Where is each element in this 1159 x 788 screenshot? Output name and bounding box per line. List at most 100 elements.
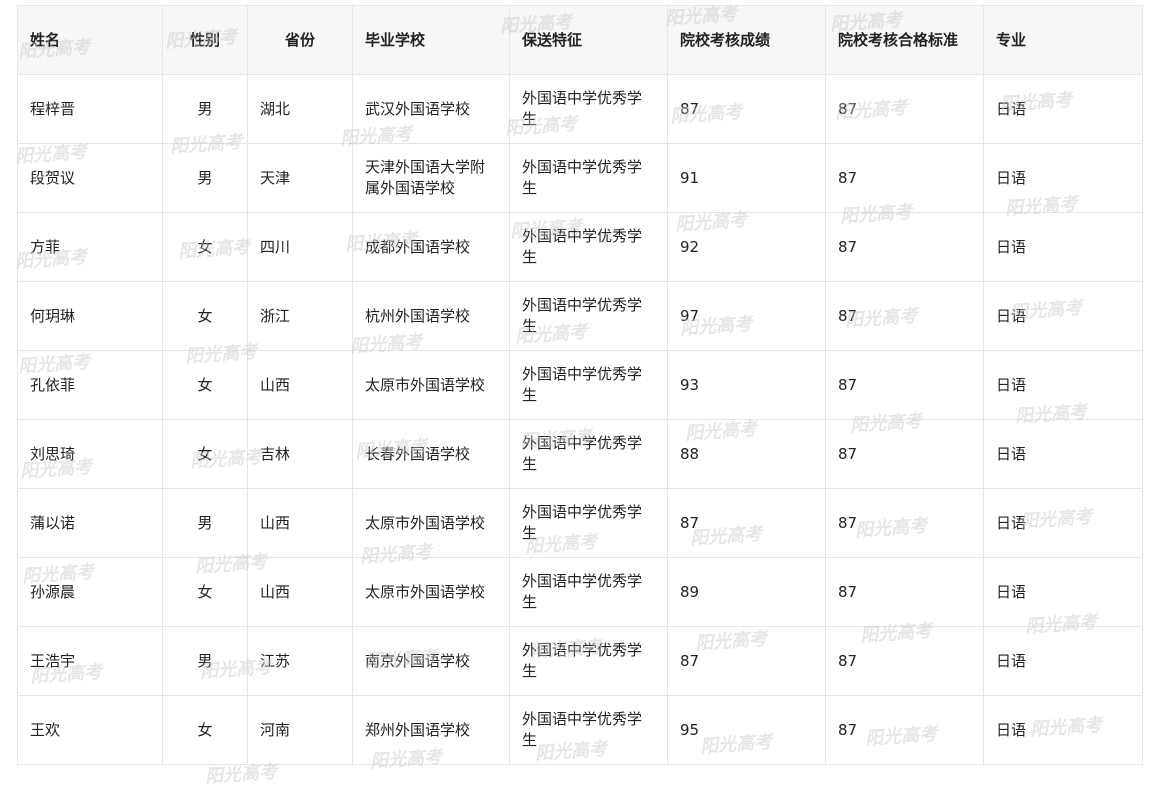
table-row: 孙源晨女山西 太原市外国语学校 外国语中学优秀学生 89 87 日语: [17, 557, 1143, 627]
cell-recommendation-type: 外国语中学优秀学生: [509, 212, 668, 282]
cell-gender: 女: [162, 695, 248, 765]
cell-province: 河南: [247, 695, 353, 765]
cell-gender: 女: [162, 419, 248, 489]
cell-name: 何玥琳: [17, 281, 163, 351]
table-row: 孔依菲女山西 太原市外国语学校 外国语中学优秀学生 93 87 日语: [17, 350, 1143, 420]
cell-major: 日语: [983, 626, 1143, 696]
cell-gender: 男: [162, 488, 248, 558]
cell-assessment-score: 89: [667, 557, 826, 627]
table-body: 程梓晋男湖北 武汉外国语学校 外国语中学优秀学生 87 87 日语 段贺议男天津 天津外国语大…: [17, 74, 1143, 765]
cell-school: 太原市外国语学校: [352, 557, 510, 627]
cell-passing-standard: 87: [825, 626, 984, 696]
cell-name: 孙源晨: [17, 557, 163, 627]
cell-province: 山西: [247, 557, 353, 627]
cell-assessment-score: 87: [667, 626, 826, 696]
cell-name: 王浩宇: [17, 626, 163, 696]
table-row: 王浩宇男江苏 南京外国语学校 外国语中学优秀学生 87 87 日语: [17, 626, 1143, 696]
cell-recommendation-type: 外国语中学优秀学生: [509, 143, 668, 213]
cell-recommendation-type: 外国语中学优秀学生: [509, 488, 668, 558]
header-school: 毕业学校: [352, 5, 510, 75]
cell-assessment-score: 87: [667, 74, 826, 144]
cell-school: 太原市外国语学校: [352, 350, 510, 420]
cell-name: 孔依菲: [17, 350, 163, 420]
cell-assessment-score: 97: [667, 281, 826, 351]
table-row: 段贺议男天津 天津外国语大学附属外国语学校 外国语中学优秀学生 91 87 日语: [17, 143, 1143, 213]
cell-gender: 女: [162, 212, 248, 282]
cell-recommendation-type: 外国语中学优秀学生: [509, 281, 668, 351]
cell-major: 日语: [983, 212, 1143, 282]
cell-assessment-score: 87: [667, 488, 826, 558]
cell-name: 王欢: [17, 695, 163, 765]
cell-major: 日语: [983, 74, 1143, 144]
cell-recommendation-type: 外国语中学优秀学生: [509, 350, 668, 420]
header-province: 省份: [247, 5, 353, 75]
cell-gender: 女: [162, 281, 248, 351]
cell-assessment-score: 95: [667, 695, 826, 765]
cell-school: 天津外国语大学附属外国语学校: [352, 143, 510, 213]
cell-recommendation-type: 外国语中学优秀学生: [509, 695, 668, 765]
cell-gender: 女: [162, 350, 248, 420]
cell-passing-standard: 87: [825, 557, 984, 627]
cell-name: 刘思琦: [17, 419, 163, 489]
cell-recommendation-type: 外国语中学优秀学生: [509, 419, 668, 489]
cell-name: 蒲以诺: [17, 488, 163, 558]
cell-school: 郑州外国语学校: [352, 695, 510, 765]
cell-passing-standard: 87: [825, 419, 984, 489]
cell-gender: 男: [162, 74, 248, 144]
cell-province: 四川: [247, 212, 353, 282]
cell-recommendation-type: 外国语中学优秀学生: [509, 74, 668, 144]
cell-province: 山西: [247, 488, 353, 558]
cell-province: 浙江: [247, 281, 353, 351]
table-row: 方菲女四川 成都外国语学校 外国语中学优秀学生 92 87 日语: [17, 212, 1143, 282]
cell-passing-standard: 87: [825, 695, 984, 765]
admissions-table: 姓名 性别 省份 毕业学校 保送特征 院校考核成绩 院校考核合格标准 专业 程梓…: [17, 5, 1143, 765]
cell-major: 日语: [983, 143, 1143, 213]
cell-passing-standard: 87: [825, 350, 984, 420]
table-row: 王欢女河南 郑州外国语学校 外国语中学优秀学生 95 87 日语: [17, 695, 1143, 765]
cell-major: 日语: [983, 557, 1143, 627]
cell-recommendation-type: 外国语中学优秀学生: [509, 557, 668, 627]
cell-name: 程梓晋: [17, 74, 163, 144]
cell-passing-standard: 87: [825, 281, 984, 351]
header-recommendation-type: 保送特征: [509, 5, 668, 75]
cell-assessment-score: 92: [667, 212, 826, 282]
cell-province: 江苏: [247, 626, 353, 696]
table-row: 何玥琳女浙江 杭州外国语学校 外国语中学优秀学生 97 87 日语: [17, 281, 1143, 351]
admissions-table-container: 姓名 性别 省份 毕业学校 保送特征 院校考核成绩 院校考核合格标准 专业 程梓…: [17, 5, 1143, 765]
table-row: 刘思琦女吉林 长春外国语学校 外国语中学优秀学生 88 87 日语: [17, 419, 1143, 489]
cell-province: 天津: [247, 143, 353, 213]
header-gender: 性别: [162, 5, 248, 75]
cell-assessment-score: 93: [667, 350, 826, 420]
cell-name: 段贺议: [17, 143, 163, 213]
cell-province: 山西: [247, 350, 353, 420]
cell-school: 长春外国语学校: [352, 419, 510, 489]
cell-school: 太原市外国语学校: [352, 488, 510, 558]
cell-school: 南京外国语学校: [352, 626, 510, 696]
cell-assessment-score: 91: [667, 143, 826, 213]
cell-passing-standard: 87: [825, 212, 984, 282]
cell-assessment-score: 88: [667, 419, 826, 489]
cell-major: 日语: [983, 419, 1143, 489]
header-major: 专业: [983, 5, 1143, 75]
cell-school: 成都外国语学校: [352, 212, 510, 282]
cell-recommendation-type: 外国语中学优秀学生: [509, 626, 668, 696]
cell-major: 日语: [983, 488, 1143, 558]
cell-province: 吉林: [247, 419, 353, 489]
cell-name: 方菲: [17, 212, 163, 282]
cell-gender: 男: [162, 143, 248, 213]
header-name: 姓名: [17, 5, 163, 75]
header-assessment-score: 院校考核成绩: [667, 5, 826, 75]
cell-major: 日语: [983, 695, 1143, 765]
cell-major: 日语: [983, 350, 1143, 420]
cell-province: 湖北: [247, 74, 353, 144]
header-passing-standard: 院校考核合格标准: [825, 5, 984, 75]
cell-gender: 女: [162, 557, 248, 627]
table-header-row: 姓名 性别 省份 毕业学校 保送特征 院校考核成绩 院校考核合格标准 专业: [17, 5, 1143, 75]
cell-major: 日语: [983, 281, 1143, 351]
cell-passing-standard: 87: [825, 74, 984, 144]
table-row: 蒲以诺男山西 太原市外国语学校 外国语中学优秀学生 87 87 日语: [17, 488, 1143, 558]
cell-school: 杭州外国语学校: [352, 281, 510, 351]
cell-school: 武汉外国语学校: [352, 74, 510, 144]
table-row: 程梓晋男湖北 武汉外国语学校 外国语中学优秀学生 87 87 日语: [17, 74, 1143, 144]
cell-gender: 男: [162, 626, 248, 696]
